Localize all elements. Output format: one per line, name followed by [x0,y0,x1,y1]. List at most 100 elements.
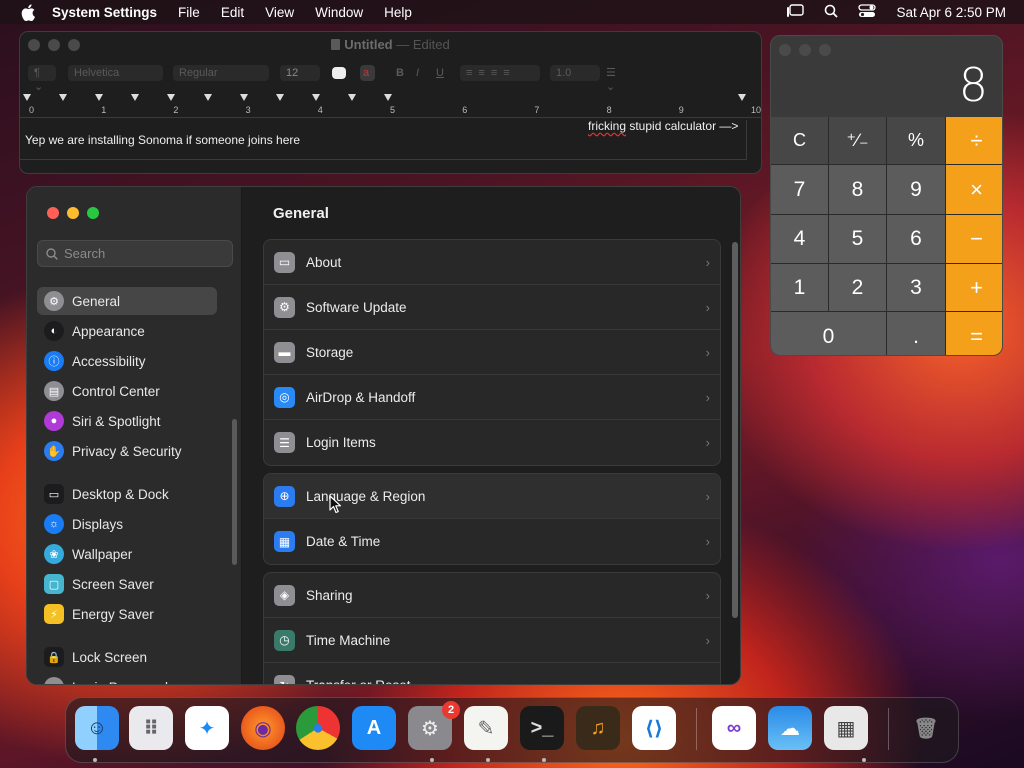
ruler[interactable]: 0 1 2 3 4 5 6 7 8 9 10 [20,92,761,118]
menu-file[interactable]: File [178,5,200,20]
text-area[interactable]: Yep we are installing Sonoma if someone … [20,119,747,160]
vscode-icon[interactable]: ⟨⟩ [632,706,676,750]
content-scrollbar[interactable] [732,242,738,618]
sidebar-scrollbar[interactable] [232,419,237,565]
sidebar-item-displays[interactable]: ☼ Displays [37,510,217,538]
percent-key[interactable]: % [887,117,945,164]
nine-key[interactable]: 9 [887,165,945,214]
launchpad-icon[interactable]: ⠿ [129,706,173,750]
app-store-icon[interactable]: A [352,706,396,750]
sidebar-item-wallpaper[interactable]: ❀ Wallpaper [37,540,217,568]
trash-icon[interactable]: 🗑 [904,706,948,750]
sidebar-item-general[interactable]: ⚙ General [37,287,217,315]
paragraph-style-menu[interactable]: ¶ ⌄ [28,65,56,93]
tab-stop-marker[interactable] [239,94,248,101]
menu-clock[interactable]: Sat Apr 6 2:50 PM [896,5,1006,20]
font-size-field[interactable]: 12 [280,65,320,81]
sidebar-item-screen-saver[interactable]: ▢ Screen Saver [37,570,217,598]
list-bullets-icon[interactable]: ☰ ⌄ [600,65,630,93]
line-spacing-menu[interactable]: 1.0 [550,65,600,81]
sidebar-item-accessibility[interactable]: ⓘ Accessibility [37,347,217,375]
font-family-menu[interactable]: Helvetica [68,65,163,81]
tab-stop-marker[interactable] [311,94,320,101]
clear-key[interactable]: C [771,117,828,164]
sign-key[interactable]: ⁺∕₋ [829,117,886,164]
sidebar-item-privacy-security[interactable]: ✋ Privacy & Security [37,437,217,465]
settings-row-transfer-or-reset[interactable]: ↻ Transfer or Reset › [264,663,720,684]
six-key[interactable]: 6 [887,215,945,263]
multiply-key[interactable]: × [946,165,1002,214]
weather-icon[interactable]: ☁ [768,706,812,750]
textedit-icon[interactable]: ✎ [464,706,508,750]
apple-menu-icon[interactable] [18,2,38,22]
settings-row-software-update[interactable]: ⚙ Software Update › [264,285,720,330]
four-key[interactable]: 4 [771,215,828,263]
terminal-icon[interactable]: >_ [520,706,564,750]
tab-stop-marker[interactable] [59,94,68,101]
zero-key[interactable]: 0 [771,312,886,355]
stage-manager-icon[interactable] [786,3,805,21]
settings-row-about[interactable]: ▭ About › [264,240,720,285]
decimal-key[interactable]: . [887,312,945,355]
chrome-icon[interactable]: ● [296,706,340,750]
menu-app-name[interactable]: System Settings [52,5,157,20]
one-key[interactable]: 1 [771,264,828,311]
underline-icon[interactable]: U [430,65,450,81]
spotlight-search-icon[interactable] [824,4,839,21]
firefox-icon[interactable]: ◉ [241,706,285,750]
menu-window[interactable]: Window [315,5,363,20]
settings-row-sharing[interactable]: ◈ Sharing › [264,573,720,618]
highlight-color-icon[interactable]: a [360,65,375,81]
menu-edit[interactable]: Edit [221,5,244,20]
alignment-icons[interactable]: ≡≡≡≡ [460,65,540,81]
tab-stop-marker[interactable] [347,94,356,101]
settings-row-storage[interactable]: ▬ Storage › [264,330,720,375]
safari-icon[interactable]: ✦ [185,706,229,750]
finder-icon[interactable]: ☺ [75,706,119,750]
right-margin-marker[interactable] [738,94,746,101]
divide-key[interactable]: ÷ [946,117,1002,164]
visual-studio-icon[interactable]: ∞ [712,706,756,750]
plus-key[interactable]: + [946,264,1002,311]
close-button[interactable] [779,44,791,56]
settings-row-airdrop-handoff[interactable]: ◎ AirDrop & Handoff › [264,375,720,420]
sidebar-item-appearance[interactable]: ◐ Appearance [37,317,217,345]
five-key[interactable]: 5 [829,215,886,263]
sidebar-item-control-center[interactable]: ▤ Control Center [37,377,217,405]
zoom-button[interactable] [819,44,831,56]
search-field[interactable]: Search [37,240,233,267]
calculator-icon[interactable]: ▦ [824,706,868,750]
control-center-menu-icon[interactable] [858,3,877,21]
sidebar-item-login-password[interactable]: • Login Password [37,673,217,684]
settings-row-date-time[interactable]: ▦ Date & Time › [264,519,720,564]
font-style-menu[interactable]: Regular [173,65,269,81]
text-color-well[interactable] [332,67,346,79]
tab-stop-marker[interactable] [203,94,212,101]
two-key[interactable]: 2 [829,264,886,311]
minimize-button[interactable] [67,207,79,219]
tab-stop-marker[interactable] [167,94,176,101]
tab-stop-marker[interactable] [23,94,31,101]
close-button[interactable] [47,207,59,219]
sidebar-item-lock-screen[interactable]: 🔒 Lock Screen [37,643,217,671]
tab-stop-marker[interactable] [384,94,392,101]
tab-stop-marker[interactable] [95,94,104,101]
three-key[interactable]: 3 [887,264,945,311]
equals-key[interactable]: = [946,312,1002,355]
zoom-button[interactable] [87,207,99,219]
tab-stop-marker[interactable] [275,94,284,101]
minus-key[interactable]: − [946,215,1002,263]
settings-row-login-items[interactable]: ☰ Login Items › [264,420,720,465]
minimize-button[interactable] [799,44,811,56]
seven-key[interactable]: 7 [771,165,828,214]
sidebar-item-energy-saver[interactable]: ⚡ Energy Saver [37,600,217,628]
sidebar-item-desktop-dock[interactable]: ▭ Desktop & Dock [37,480,217,508]
garageband-icon[interactable]: ♫ [576,706,620,750]
bold-icon[interactable]: B [390,65,410,81]
settings-row-time-machine[interactable]: ◷ Time Machine › [264,618,720,663]
italic-icon[interactable]: I [410,65,425,81]
tab-stop-marker[interactable] [131,94,140,101]
eight-key[interactable]: 8 [829,165,886,214]
menu-view[interactable]: View [265,5,294,20]
sidebar-item-siri-spotlight[interactable]: ● Siri & Spotlight [37,407,217,435]
